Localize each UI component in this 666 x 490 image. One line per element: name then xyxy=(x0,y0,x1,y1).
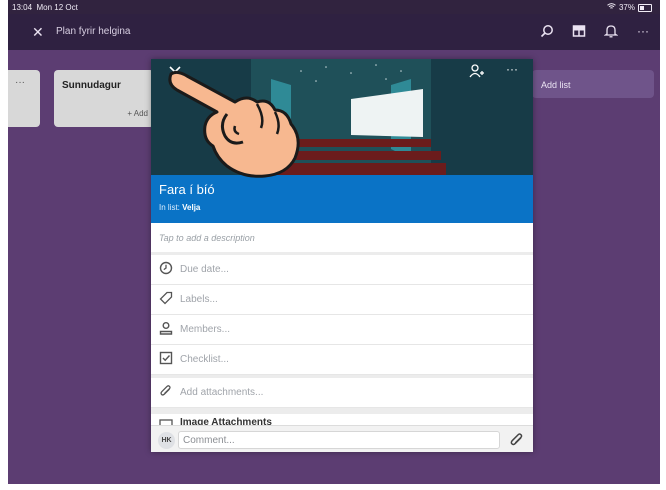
pointing-hand-overlay xyxy=(168,70,300,178)
card-list-info: In list: Velja xyxy=(159,203,200,212)
status-time: 13:04 xyxy=(12,3,33,12)
paperclip-icon xyxy=(159,384,173,398)
device-frame: 13:04 Mon 12 Oct 37% ✕ Plan fyrir helgin… xyxy=(0,0,666,490)
add-member-icon[interactable] xyxy=(469,63,485,79)
status-time-date: 13:04 Mon 12 Oct xyxy=(12,3,78,12)
list-previous[interactable]: ··· xyxy=(8,70,40,127)
close-icon[interactable]: ✕ xyxy=(32,24,44,41)
list-title: Sunnudagur xyxy=(62,80,121,91)
battery-icon xyxy=(638,3,652,12)
list-name[interactable]: Velja xyxy=(182,203,200,212)
add-list-label: Add list xyxy=(541,80,571,90)
person-icon xyxy=(159,321,173,335)
wifi-icon xyxy=(607,3,616,12)
checklist-icon xyxy=(159,351,173,365)
members-label: Members... xyxy=(180,324,231,335)
card-header: Fara í bíó In list: Velja xyxy=(151,175,533,223)
add-list-button[interactable]: Add list xyxy=(532,70,654,98)
add-card-button[interactable]: + Add xyxy=(127,109,148,118)
attachments-label: Add attachments... xyxy=(180,387,264,398)
comment-bar: HK xyxy=(151,425,533,452)
list-more-icon[interactable]: ··· xyxy=(15,77,25,88)
description-placeholder: Tap to add a description xyxy=(159,233,255,243)
search-icon[interactable] xyxy=(538,22,556,40)
due-date-label: Due date... xyxy=(180,264,229,275)
paperclip-icon[interactable] xyxy=(509,432,525,448)
screen: 13:04 Mon 12 Oct 37% ✕ Plan fyrir helgin… xyxy=(8,0,660,484)
top-bar: ✕ Plan fyrir helgina ··· xyxy=(8,14,660,50)
card-title[interactable]: Fara í bíó xyxy=(159,182,215,197)
status-date: Mon 12 Oct xyxy=(36,3,78,12)
attachments-row[interactable]: Add attachments... xyxy=(151,378,533,408)
in-list-prefix: In list: xyxy=(159,203,183,212)
board-view-icon[interactable] xyxy=(570,22,588,40)
top-bar-actions: ··· xyxy=(538,22,652,40)
members-row[interactable]: Members... xyxy=(151,315,533,345)
description-field[interactable]: Tap to add a description xyxy=(151,223,533,253)
comment-input[interactable] xyxy=(178,431,500,449)
more-icon[interactable]: ··· xyxy=(634,22,652,40)
board-title: Plan fyrir helgina xyxy=(56,26,131,37)
bell-icon[interactable] xyxy=(602,22,620,40)
labels-label: Labels... xyxy=(180,294,218,305)
battery-percent: 37% xyxy=(618,3,635,12)
status-bar: 13:04 Mon 12 Oct 37% xyxy=(8,0,660,14)
list-sunnudagur[interactable]: Sunnudagur + Add xyxy=(54,70,154,127)
labels-row[interactable]: Labels... xyxy=(151,285,533,315)
checklist-row[interactable]: Checklist... xyxy=(151,345,533,375)
tag-icon xyxy=(159,291,173,305)
avatar[interactable]: HK xyxy=(158,432,175,449)
status-right: 37% xyxy=(607,3,652,12)
checklist-label: Checklist... xyxy=(180,354,229,365)
due-date-row[interactable]: Due date... xyxy=(151,255,533,285)
clock-icon xyxy=(159,261,173,275)
more-icon[interactable]: ··· xyxy=(506,62,518,76)
